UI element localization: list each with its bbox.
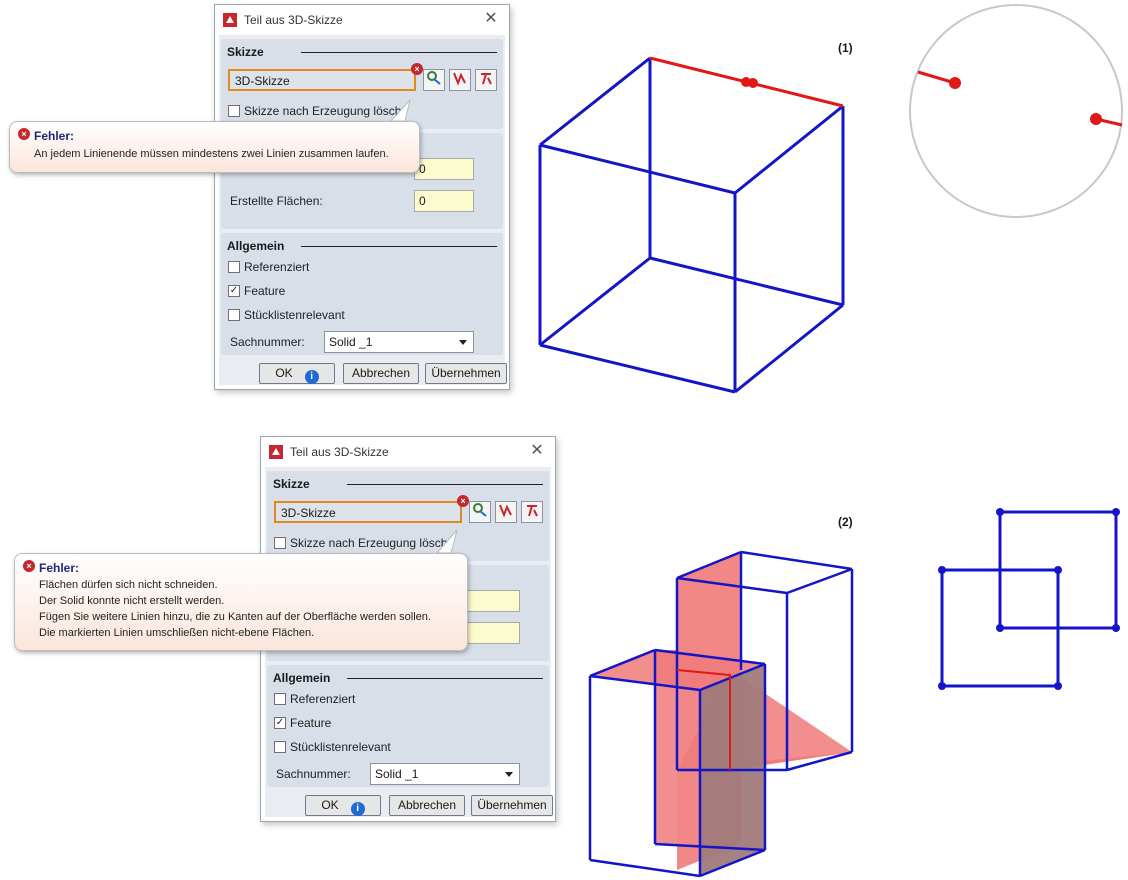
vertex-point	[996, 624, 1004, 632]
zoom-detail-circle	[909, 4, 1123, 218]
cad-viewport	[538, 4, 1123, 878]
vertex-point	[938, 566, 946, 574]
cube-edge	[539, 56, 651, 147]
vertex-point	[938, 682, 946, 690]
cube-edge	[734, 104, 844, 195]
vertex-point	[1112, 508, 1120, 516]
highlighted-face	[655, 650, 677, 844]
vertex-point	[1054, 682, 1062, 690]
box-edge	[786, 567, 853, 595]
error-point	[949, 77, 961, 89]
vertex-point	[1054, 566, 1062, 574]
box-edge	[740, 550, 853, 571]
overlapping-squares	[940, 510, 1118, 688]
error-point	[748, 78, 758, 88]
intersecting-boxes	[588, 550, 854, 878]
vertex-point	[1112, 624, 1120, 632]
cube-edge	[649, 256, 844, 307]
square-vertices	[938, 508, 1120, 690]
cube-edge	[539, 343, 736, 394]
vertex-point	[996, 508, 1004, 516]
cube-edge	[539, 143, 736, 195]
cube-edge	[539, 256, 651, 347]
error-point	[1090, 113, 1102, 125]
cube-edge	[734, 303, 844, 394]
wireframe-cube	[538, 56, 845, 394]
